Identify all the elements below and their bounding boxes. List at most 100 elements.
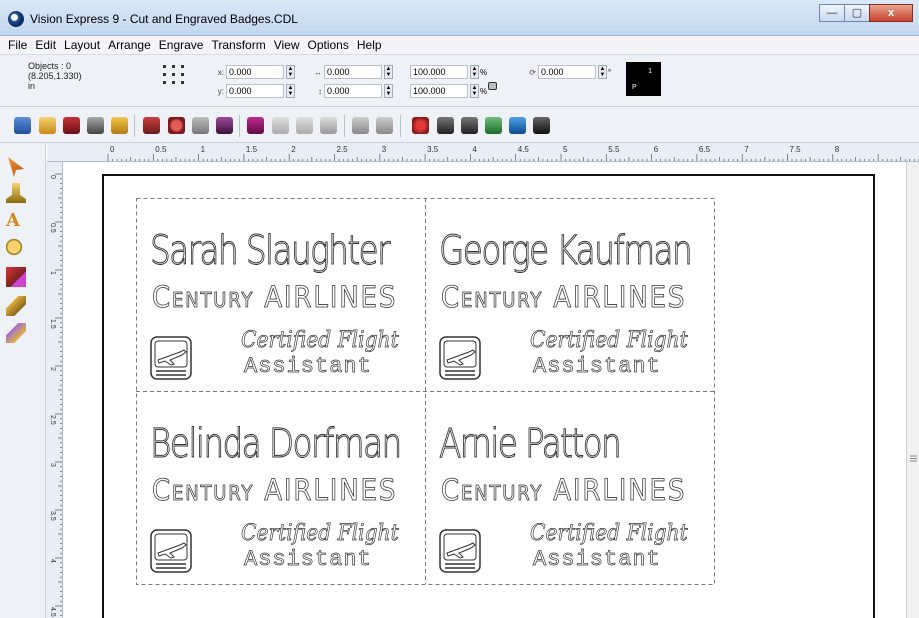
object-info: Objects : 0 (8.205,1.330) in <box>28 61 82 91</box>
ruler-label: 2 <box>49 367 56 371</box>
menu-transform[interactable]: Transform <box>207 38 269 52</box>
close-button[interactable]: x <box>869 4 913 22</box>
ruler-label: 1.5 <box>49 319 56 329</box>
ruler-label: 4 <box>49 559 56 563</box>
menu-view[interactable]: View <box>270 38 304 52</box>
vertical-ruler-ticks: 0 0.5 1 1.5 2 2.5 3 3.5 4 4.5 <box>49 173 62 617</box>
badge-title-line1: Certified Flight <box>241 328 399 354</box>
eraser-icon[interactable] <box>485 117 502 134</box>
ruler-label: 5.5 <box>608 145 620 154</box>
screen-icon[interactable] <box>509 117 526 134</box>
rotate-icon: ⟳ <box>529 67 536 77</box>
brush-tool-icon[interactable] <box>6 323 26 343</box>
ruler-label: 2.5 <box>49 415 56 425</box>
badge-name: Arnie Patton <box>439 421 623 468</box>
ruler-label: 0.5 <box>49 223 56 233</box>
ruler-label: 1 <box>201 145 206 154</box>
ruler-label: 3.5 <box>49 511 56 521</box>
height-input[interactable]: 0.000 <box>324 84 382 98</box>
ruler-label: 7 <box>744 145 749 154</box>
width-input[interactable]: 0.000 <box>324 65 382 79</box>
pencil-tool-icon[interactable] <box>6 296 26 316</box>
scale-x-field: 100.000 ▲ ▼ % <box>410 65 487 79</box>
airplane-icon <box>439 529 481 573</box>
node-add-icon[interactable] <box>461 117 478 134</box>
redo-icon[interactable] <box>192 117 209 134</box>
x-input[interactable]: 0.000 <box>226 65 284 79</box>
menu-options[interactable]: Options <box>304 38 353 52</box>
drawing-canvas[interactable]: Sarah Slaughter Century AIRLINES Certifi… <box>64 162 906 618</box>
badge-title-line1: Certified Flight <box>241 521 399 547</box>
undo-icon[interactable] <box>168 117 185 134</box>
import-icon[interactable] <box>216 117 233 134</box>
scrollbar-grip-icon[interactable] <box>909 454 918 463</box>
outline-icon[interactable] <box>320 117 337 134</box>
anchor-point-grid[interactable] <box>163 65 185 91</box>
move-icon[interactable] <box>533 117 550 134</box>
main-toolbar <box>0 107 919 143</box>
maximize-button[interactable]: ▢ <box>844 4 870 22</box>
text-tool-icon[interactable]: A <box>6 211 26 231</box>
menu-arrange[interactable]: Arrange <box>104 38 155 52</box>
badge-company: Century AIRLINES <box>152 473 398 508</box>
select-tool-icon[interactable] <box>8 157 24 177</box>
objects-count: Objects : 0 <box>28 61 72 71</box>
badge-company: Century AIRLINES <box>441 473 687 508</box>
shape-tool-icon[interactable] <box>6 267 26 287</box>
zoom-tool-icon[interactable] <box>6 239 26 259</box>
y-input[interactable]: 0.000 <box>226 84 284 98</box>
scale-x-input[interactable]: 100.000 <box>410 65 468 79</box>
lock-icon[interactable] <box>488 82 497 90</box>
open-icon[interactable] <box>39 117 56 134</box>
align-icon[interactable] <box>376 117 393 134</box>
print-setup-icon[interactable] <box>87 117 104 134</box>
badge-card[interactable]: Belinda Dorfman Century AIRLINES Certifi… <box>136 391 425 587</box>
badge-card[interactable]: Sarah Slaughter Century AIRLINES Certifi… <box>136 198 425 394</box>
scale-y-spinner[interactable]: ▲ ▼ <box>470 84 479 98</box>
minimize-button[interactable]: — <box>819 4 845 22</box>
units-label: in <box>28 81 36 91</box>
menu-edit[interactable]: Edit <box>31 38 60 52</box>
scale-y-field: 100.000 ▲ ▼ % <box>410 84 487 98</box>
ruler-label: 4.5 <box>49 607 56 617</box>
window-controls: — ▢ x <box>819 4 913 22</box>
x-spinner[interactable]: ▲ ▼ <box>286 65 295 79</box>
width-spinner[interactable]: ▲ ▼ <box>384 65 393 79</box>
horizontal-ruler[interactable]: 0 0.5 1 1.5 2 2.5 3 3.5 4 4.5 5 5.5 6 6.5 7 7.5 8 <box>47 143 919 162</box>
print-icon[interactable] <box>111 117 128 134</box>
badge-title-line2: Assistant <box>533 547 661 573</box>
engrave-icon[interactable] <box>143 117 160 134</box>
fill-tool-icon[interactable] <box>6 183 26 203</box>
menu-engrave[interactable]: Engrave <box>155 38 208 52</box>
badge-title-line2: Assistant <box>533 354 661 380</box>
vertical-ruler[interactable]: 0 0.5 1 1.5 2 2.5 3 3.5 4 4.5 <box>46 162 63 618</box>
save-icon[interactable] <box>63 117 80 134</box>
ruler-label: 5 <box>563 145 568 154</box>
horizontal-ruler-ticks: 0 0.5 1 1.5 2 2.5 3 3.5 4 4.5 5 5.5 6 6.5 7 7.5 8 <box>107 145 919 161</box>
scale-x-spinner[interactable]: ▲ ▼ <box>470 65 479 79</box>
badge-card[interactable]: George Kaufman Century AIRLINES Certifie… <box>425 198 714 394</box>
rotation-input[interactable]: 0.000 <box>538 65 596 79</box>
height-spinner[interactable]: ▲ ▼ <box>384 84 393 98</box>
vertical-scrollbar[interactable] <box>906 162 919 618</box>
grid-icon[interactable] <box>352 117 369 134</box>
new-icon[interactable] <box>14 117 31 134</box>
weld-icon[interactable] <box>272 117 289 134</box>
menu-help[interactable]: Help <box>353 38 386 52</box>
export-icon[interactable] <box>247 117 264 134</box>
rotation-spinner[interactable]: ▲ ▼ <box>598 65 607 79</box>
height-field: ↕ 0.000 ▲ ▼ <box>310 84 393 98</box>
y-spinner[interactable]: ▲ ▼ <box>286 84 295 98</box>
badge-card[interactable]: Arnie Patton Century AIRLINES Certified … <box>425 391 714 587</box>
ruler-label: 3 <box>49 463 56 467</box>
rotation-field: ⟳ 0.000 ▲ ▼ ° <box>524 65 611 79</box>
trim-icon[interactable] <box>296 117 313 134</box>
menu-file[interactable]: File <box>4 38 31 52</box>
star-icon[interactable] <box>412 117 429 134</box>
ruler-label: 7.5 <box>790 145 802 154</box>
color-swatch[interactable]: 1 P <box>626 62 661 96</box>
menu-bar: File Edit Layout Arrange Engrave Transfo… <box>0 36 919 55</box>
menu-layout[interactable]: Layout <box>60 38 104 52</box>
node-edit-icon[interactable] <box>437 117 454 134</box>
scale-y-input[interactable]: 100.000 <box>410 84 468 98</box>
